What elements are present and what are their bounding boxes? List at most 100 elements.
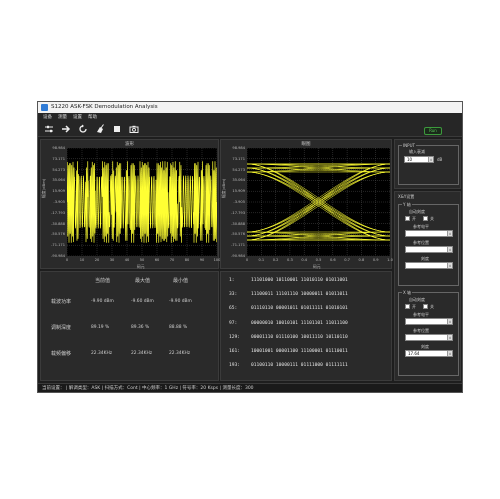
waveform-y-tick: 54.273 xyxy=(52,167,65,172)
stats-value: -9.90 dBm xyxy=(169,299,192,304)
bitstream-index: 97: xyxy=(229,320,238,326)
waveform-plot[interactable] xyxy=(67,148,217,256)
y-auto-off-checkbox[interactable] xyxy=(423,216,428,221)
stats-value: 22.34KHz xyxy=(169,351,191,356)
menu-bar: 设备 测量 设置 帮助 xyxy=(38,113,462,122)
stats-value: 22.34KHz xyxy=(91,351,113,356)
eye-x-tick: 0.2 xyxy=(272,258,279,262)
y-axis-group: Y 轴 自动刻度 开 关 参考电平 ⇕ 参考位置 ⇕ 刻度 ⇕ xyxy=(398,202,459,286)
waveform-y-tick: -71.171 xyxy=(51,243,65,248)
x-auto-on-label: 开 xyxy=(412,304,416,309)
x-auto-off-checkbox[interactable] xyxy=(423,304,428,309)
y-auto-scale-label: 自动刻度 xyxy=(409,209,425,214)
stats-value: -9.90 dBm xyxy=(91,299,114,304)
x-scale-input[interactable]: 17.64 ⇕ xyxy=(405,350,453,357)
waveform-y-tick: -50.576 xyxy=(51,232,65,237)
y-scale-spinner-icon[interactable]: ⇕ xyxy=(447,263,452,268)
y-ref-pos-input[interactable]: ⇕ xyxy=(405,246,453,253)
y-ref-level-input[interactable]: ⇕ xyxy=(405,230,453,237)
waveform-x-tick: 90 xyxy=(199,258,205,262)
eye-x-tick: 0.1 xyxy=(258,258,265,262)
eye-y-tick: -50.576 xyxy=(231,232,245,237)
waveform-x-tick: 20 xyxy=(94,258,100,262)
stats-value: 89.36 % xyxy=(131,325,150,330)
bitstream-value: 11101000 10110001 11010110 01011001 xyxy=(251,278,348,283)
arrow-right-icon[interactable] xyxy=(61,124,71,134)
toolbar: Run xyxy=(38,122,462,137)
broom-icon[interactable] xyxy=(95,124,105,134)
menu-item-measure[interactable]: 测量 xyxy=(58,113,67,122)
stats-value: 88.88 % xyxy=(169,325,188,330)
menu-item-help[interactable]: 帮助 xyxy=(88,113,97,122)
stats-header-max: 最大值 xyxy=(135,278,151,284)
camera-icon[interactable] xyxy=(129,124,139,134)
eye-title: 眼图 xyxy=(301,142,311,147)
eye-y-tick: -3.905 xyxy=(233,200,245,204)
input-panel: INPUT 输入衰减 10 ⇕ dB xyxy=(394,139,461,189)
stop-square-icon[interactable] xyxy=(112,124,122,134)
settings-sliders-icon[interactable] xyxy=(44,124,54,134)
x-pos-spinner-icon[interactable]: ⇕ xyxy=(447,335,452,340)
bitstream-index: 193: xyxy=(229,363,241,369)
axis-settings-panel: X&Y设置 Y 轴 自动刻度 开 关 参考电平 ⇕ 参考位置 ⇕ 刻度 ⇕ X … xyxy=(394,191,461,381)
waveform-x-tick: 0 xyxy=(65,258,69,262)
waveform-x-tick: 70 xyxy=(169,258,175,262)
waveform-x-tick: 60 xyxy=(154,258,160,262)
stats-label-mod-depth: 调制深度 xyxy=(51,325,72,331)
x-auto-on-checkbox[interactable] xyxy=(405,304,410,309)
waveform-x-tick: 10 xyxy=(79,258,85,262)
attenuation-spinner-icon[interactable]: ⇕ xyxy=(428,157,433,162)
eye-x-tick: 0.4 xyxy=(301,258,308,262)
waveform-svg xyxy=(67,148,217,256)
status-text: 当前设置： | 解调类型：ASK | 扫描方式：Cont | 中心频率：1 GH… xyxy=(42,386,254,391)
eye-y-tick: 98.984 xyxy=(232,146,245,150)
y-ref-spinner-icon[interactable]: ⇕ xyxy=(447,231,452,236)
app-icon xyxy=(41,104,48,111)
eye-y-tick: 73.171 xyxy=(232,156,245,161)
y-scale-input[interactable]: ⇕ xyxy=(405,262,453,269)
run-status-badge: Run xyxy=(424,127,442,135)
menu-item-settings[interactable]: 设置 xyxy=(73,113,82,122)
eye-x-tick: 0 xyxy=(245,258,249,262)
x-axis-group: X 轴 自动刻度 开 关 参考电平 ⇕ 参考位置 ⇕ 刻度 17.64 ⇕ xyxy=(398,290,459,376)
stats-value: 22.34KHz xyxy=(131,351,153,356)
waveform-title: 波形 xyxy=(125,142,134,147)
stats-header-min: 最小值 xyxy=(173,278,189,284)
eye-plot[interactable] xyxy=(247,148,390,256)
eye-x-tick: 0.6 xyxy=(329,258,336,262)
menu-item-device[interactable]: 设备 xyxy=(43,113,52,122)
bitstream-value: 01100110 10000111 01111000 01111111 xyxy=(251,363,348,369)
refresh-icon[interactable] xyxy=(78,124,88,134)
eye-panel: 眼图 98.984 73.171 54.273 35.064 15.909 -3.905-… xyxy=(220,139,393,269)
bitstream-row: 33: 11100011 11101110 10000011 01011011 xyxy=(229,292,348,297)
x-scale-spinner-icon[interactable]: ⇕ xyxy=(447,351,452,356)
y-pos-spinner-icon[interactable]: ⇕ xyxy=(447,247,452,252)
bitstream-row: 97: 00000010 10010101 11101101 11011100 xyxy=(229,321,348,326)
eye-x-tick: 0.7 xyxy=(344,258,350,262)
app-window: S1220 ASK-FSK Demodulation Analysis 设备 测… xyxy=(37,101,463,393)
stats-value: 89.19 % xyxy=(91,325,110,330)
bitstream-value: 10001001 00001100 11100001 01110011 xyxy=(251,349,348,354)
eye-ylabel: 幅度(dBm) xyxy=(221,178,226,198)
x-ref-pos-input[interactable]: ⇕ xyxy=(405,334,453,341)
eye-svg xyxy=(247,148,390,256)
x-ref-level-input[interactable]: ⇕ xyxy=(405,318,453,325)
waveform-y-tick: -17.793 xyxy=(51,210,65,215)
eye-y-tick: -17.793 xyxy=(231,210,245,215)
axis-settings-title: X&Y设置 xyxy=(398,194,415,199)
x-ref-spinner-icon[interactable]: ⇕ xyxy=(447,319,452,324)
bitstream-row: 193: 01100110 10000111 01111000 01111111 xyxy=(229,363,348,368)
waveform-x-tick: 40 xyxy=(124,258,130,262)
bitstream-index: 65: xyxy=(229,306,238,312)
bitstream-index: 161: xyxy=(229,349,241,354)
waveform-x-tick: 80 xyxy=(184,258,190,262)
bitstream-value: 00001110 01110100 10011110 10110110 xyxy=(251,334,348,340)
waveform-y-tick: -30.888 xyxy=(51,221,65,226)
y-auto-on-label: 开 xyxy=(412,216,416,221)
waveform-x-tick: 30 xyxy=(109,258,115,262)
attenuation-input[interactable]: 10 ⇕ xyxy=(404,156,434,163)
y-auto-on-checkbox[interactable] xyxy=(405,216,410,221)
stats-header-current: 当前值 xyxy=(95,278,111,284)
eye-x-tick: 0.5 xyxy=(315,258,322,262)
bitstream-row: 1: 11101000 10110001 11010110 01011001 xyxy=(229,278,348,283)
